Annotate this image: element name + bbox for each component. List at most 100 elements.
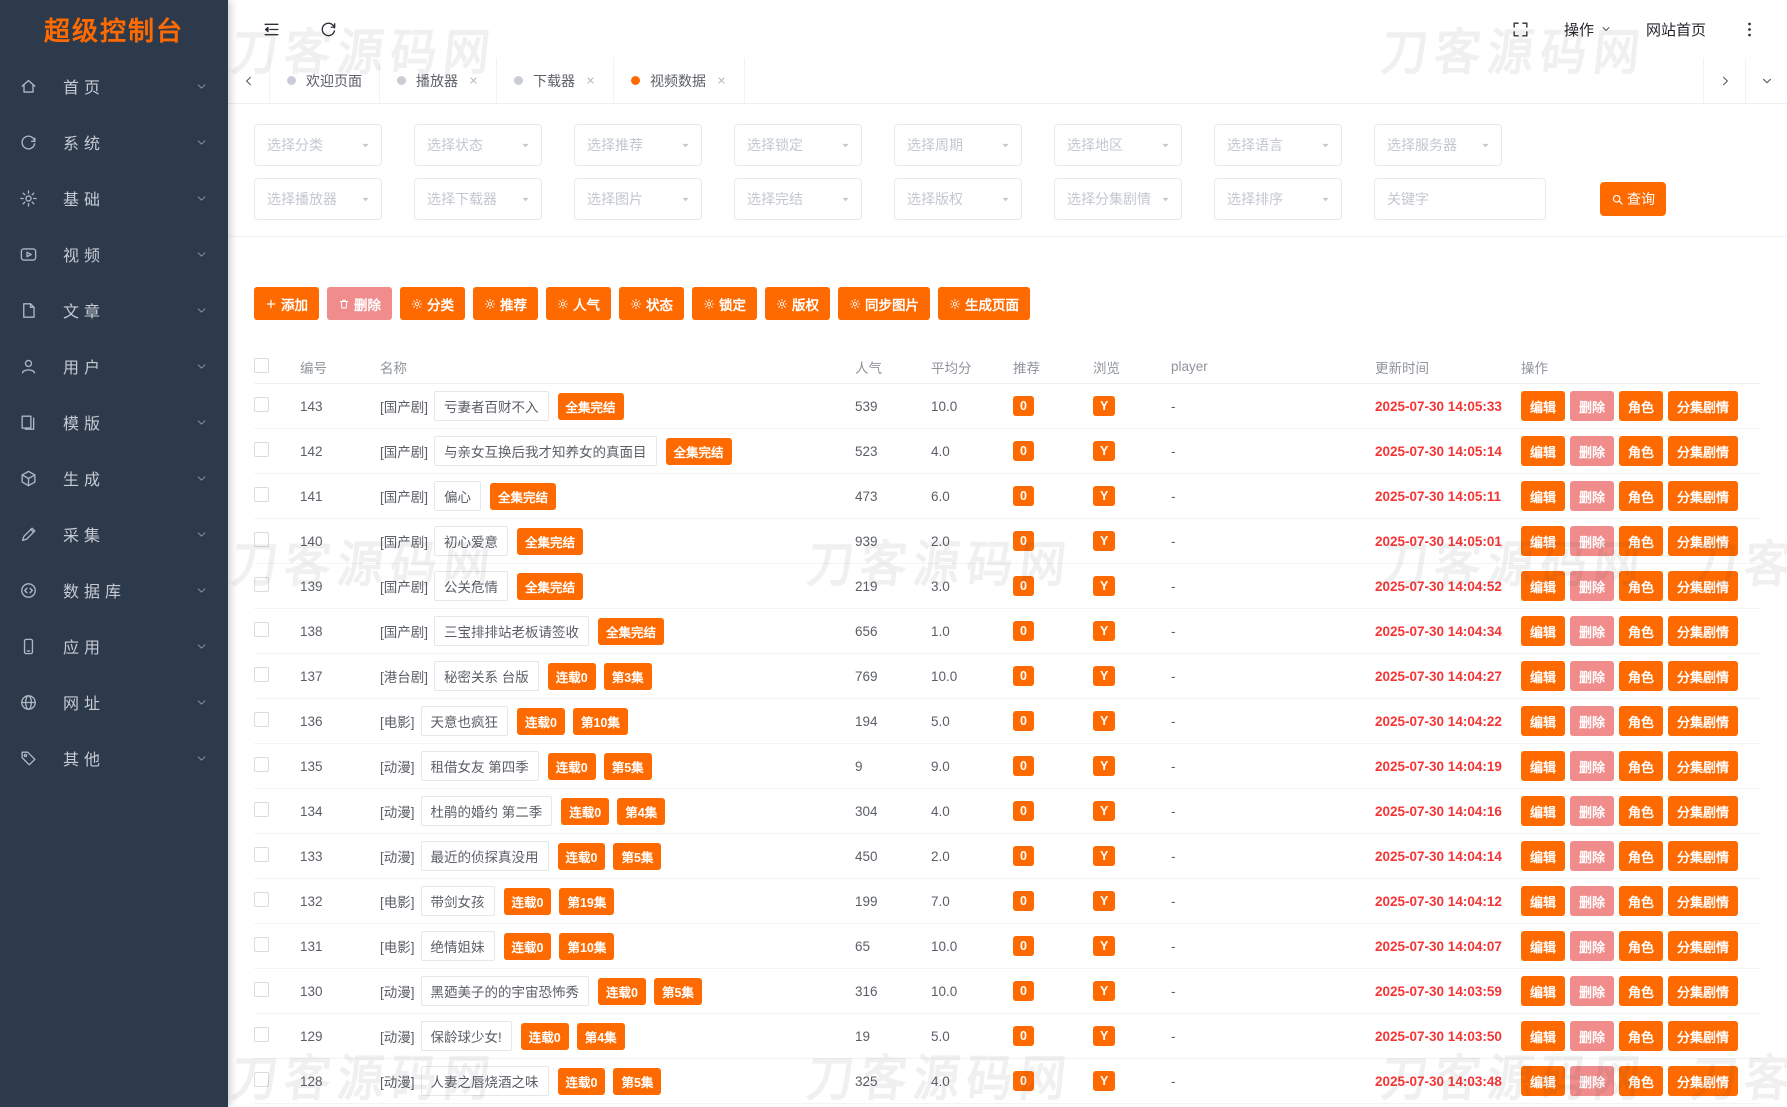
delete-button[interactable]: 删除: [1570, 571, 1615, 601]
filter-select[interactable]: 选择分集剧情: [1054, 178, 1182, 220]
role-button[interactable]: 角色: [1619, 661, 1664, 691]
operation-menu[interactable]: 操作: [1564, 19, 1612, 40]
edit-button[interactable]: 编辑: [1521, 526, 1566, 556]
tabs-scroll-left-button[interactable]: [228, 58, 270, 103]
filter-select[interactable]: 选择版权: [894, 178, 1022, 220]
edit-button[interactable]: 编辑: [1521, 1066, 1566, 1096]
row-checkbox[interactable]: [254, 397, 269, 412]
episodes-button[interactable]: 分集剧情: [1668, 436, 1739, 466]
sidebar-item[interactable]: 首页: [0, 58, 228, 114]
edit-button[interactable]: 编辑: [1521, 391, 1566, 421]
row-checkbox[interactable]: [254, 622, 269, 637]
tab[interactable]: 下载器: [497, 58, 614, 103]
delete-button[interactable]: 删除: [1570, 886, 1615, 916]
role-button[interactable]: 角色: [1619, 841, 1664, 871]
sidebar-item[interactable]: 基础: [0, 170, 228, 226]
role-button[interactable]: 角色: [1619, 886, 1664, 916]
delete-button[interactable]: 删除: [1570, 1021, 1615, 1051]
sidebar-item[interactable]: 采集: [0, 506, 228, 562]
episodes-button[interactable]: 分集剧情: [1668, 931, 1739, 961]
edit-button[interactable]: 编辑: [1521, 976, 1566, 1006]
row-checkbox[interactable]: [254, 712, 269, 727]
delete-button[interactable]: 删除: [1570, 931, 1615, 961]
filter-select[interactable]: 选择播放器: [254, 178, 382, 220]
delete-button[interactable]: 删除: [1570, 526, 1615, 556]
row-checkbox[interactable]: [254, 1027, 269, 1042]
more-vertical-icon[interactable]: [1740, 20, 1759, 39]
role-button[interactable]: 角色: [1619, 571, 1664, 601]
tab[interactable]: 播放器: [380, 58, 497, 103]
role-button[interactable]: 角色: [1619, 1021, 1664, 1051]
filter-select[interactable]: 选择推荐: [574, 124, 702, 166]
search-button[interactable]: 查询: [1600, 182, 1666, 216]
row-checkbox[interactable]: [254, 442, 269, 457]
filter-select[interactable]: 选择锁定: [734, 124, 862, 166]
delete-button[interactable]: 删除: [1570, 436, 1615, 466]
fullscreen-icon[interactable]: [1511, 20, 1530, 39]
tab[interactable]: 欢迎页面: [270, 58, 380, 103]
bulk-action-button[interactable]: 状态: [619, 287, 684, 320]
sidebar-item[interactable]: 其他: [0, 730, 228, 786]
sidebar-item[interactable]: 模版: [0, 394, 228, 450]
episodes-button[interactable]: 分集剧情: [1668, 841, 1739, 871]
tabs-scroll-right-button[interactable]: [1703, 58, 1745, 103]
row-checkbox[interactable]: [254, 937, 269, 952]
bulk-action-button[interactable]: 分类: [400, 287, 465, 320]
episodes-button[interactable]: 分集剧情: [1668, 661, 1739, 691]
edit-button[interactable]: 编辑: [1521, 436, 1566, 466]
episodes-button[interactable]: 分集剧情: [1668, 1066, 1739, 1096]
sidebar-item[interactable]: 系统: [0, 114, 228, 170]
row-checkbox[interactable]: [254, 667, 269, 682]
edit-button[interactable]: 编辑: [1521, 796, 1566, 826]
episodes-button[interactable]: 分集剧情: [1668, 526, 1739, 556]
sidebar-item[interactable]: 用户: [0, 338, 228, 394]
episodes-button[interactable]: 分集剧情: [1668, 481, 1739, 511]
episodes-button[interactable]: 分集剧情: [1668, 571, 1739, 601]
row-checkbox[interactable]: [254, 892, 269, 907]
episodes-button[interactable]: 分集剧情: [1668, 886, 1739, 916]
role-button[interactable]: 角色: [1619, 931, 1664, 961]
edit-button[interactable]: 编辑: [1521, 661, 1566, 691]
role-button[interactable]: 角色: [1619, 706, 1664, 736]
sidebar-item[interactable]: 视频: [0, 226, 228, 282]
bulk-action-button[interactable]: 生成页面: [938, 287, 1030, 320]
sidebar-item[interactable]: 网址: [0, 674, 228, 730]
close-icon[interactable]: [468, 75, 479, 86]
row-checkbox[interactable]: [254, 1072, 269, 1087]
filter-select[interactable]: 选择下载器: [414, 178, 542, 220]
role-button[interactable]: 角色: [1619, 616, 1664, 646]
delete-button[interactable]: 删除: [1570, 706, 1615, 736]
episodes-button[interactable]: 分集剧情: [1668, 391, 1739, 421]
bulk-action-button[interactable]: 人气: [546, 287, 611, 320]
bulk-action-button[interactable]: 锁定: [692, 287, 757, 320]
row-checkbox[interactable]: [254, 847, 269, 862]
row-checkbox[interactable]: [254, 577, 269, 592]
keyword-input[interactable]: [1374, 178, 1546, 220]
episodes-button[interactable]: 分集剧情: [1668, 796, 1739, 826]
role-button[interactable]: 角色: [1619, 526, 1664, 556]
row-checkbox[interactable]: [254, 487, 269, 502]
role-button[interactable]: 角色: [1619, 481, 1664, 511]
bulk-action-button[interactable]: 添加: [254, 287, 319, 320]
bulk-action-button[interactable]: 删除: [327, 287, 392, 320]
role-button[interactable]: 角色: [1619, 1066, 1664, 1096]
menu-fold-icon[interactable]: [262, 20, 281, 39]
sidebar-item[interactable]: 生成: [0, 450, 228, 506]
role-button[interactable]: 角色: [1619, 796, 1664, 826]
episodes-button[interactable]: 分集剧情: [1668, 616, 1739, 646]
filter-select[interactable]: 选择周期: [894, 124, 1022, 166]
row-checkbox[interactable]: [254, 757, 269, 772]
edit-button[interactable]: 编辑: [1521, 481, 1566, 511]
edit-button[interactable]: 编辑: [1521, 571, 1566, 601]
filter-select[interactable]: 选择地区: [1054, 124, 1182, 166]
select-all-checkbox[interactable]: [254, 357, 269, 373]
row-checkbox[interactable]: [254, 802, 269, 817]
delete-button[interactable]: 删除: [1570, 976, 1615, 1006]
refresh-icon[interactable]: [319, 20, 338, 39]
edit-button[interactable]: 编辑: [1521, 706, 1566, 736]
delete-button[interactable]: 删除: [1570, 1066, 1615, 1096]
tabs-menu-button[interactable]: [1745, 58, 1787, 103]
edit-button[interactable]: 编辑: [1521, 616, 1566, 646]
episodes-button[interactable]: 分集剧情: [1668, 751, 1739, 781]
delete-button[interactable]: 删除: [1570, 841, 1615, 871]
